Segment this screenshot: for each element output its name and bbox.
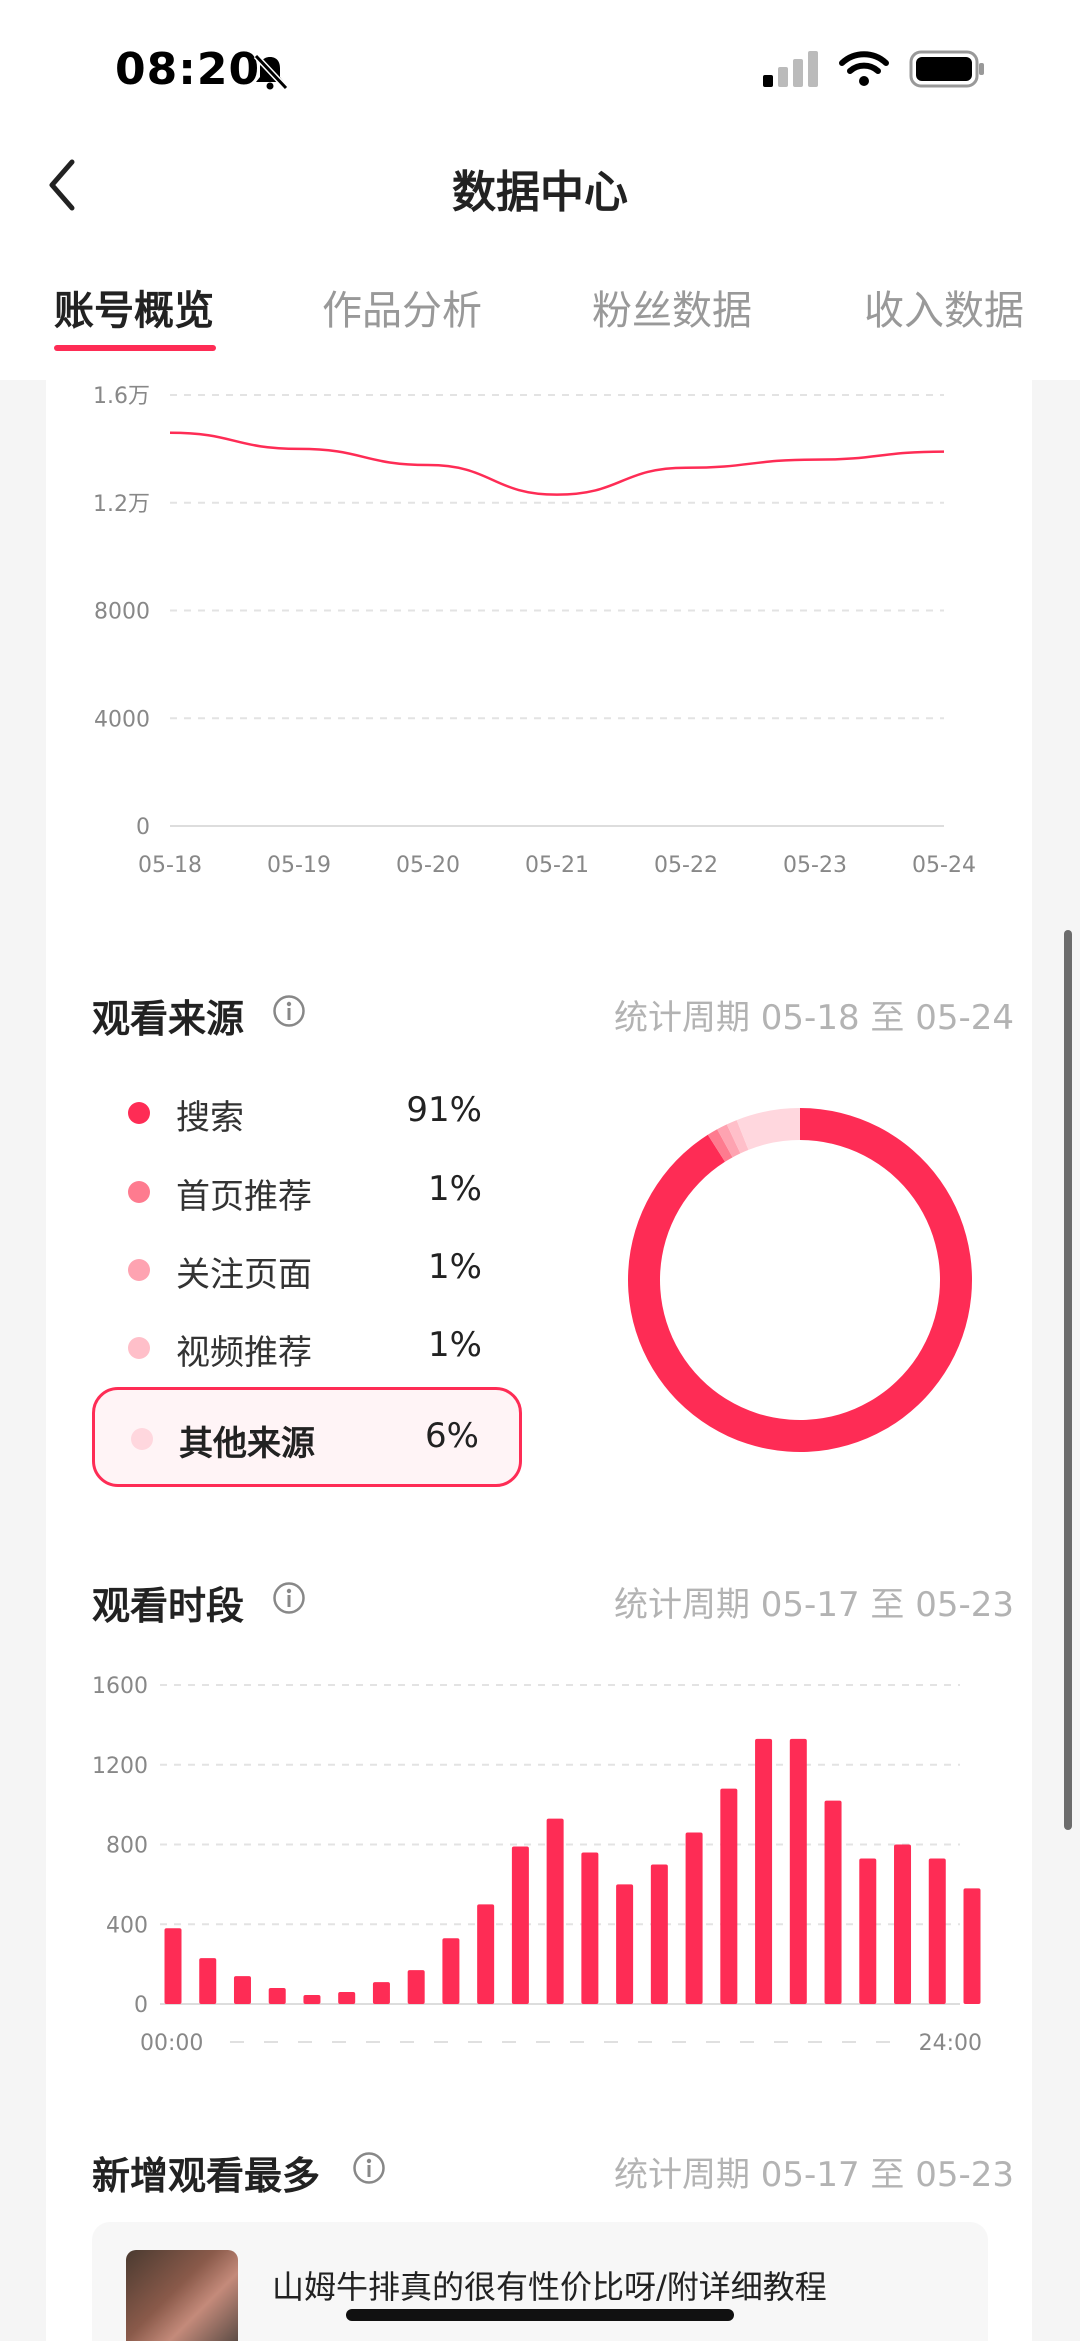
tab-bar: 账号概览 作品分析 粉丝数据 收入数据: [0, 278, 1080, 358]
bar: [303, 1995, 321, 2004]
trend-line-chart: 0 4000 8000 1.2万 1.6万 05-18 05-19 05-20 05-21 05-…: [93, 384, 976, 878]
y-tick-label: 1.6万: [93, 384, 150, 409]
info-icon[interactable]: [272, 994, 306, 1028]
tab-fans-data[interactable]: 粉丝数据: [592, 278, 752, 336]
view-source-period: 统计周期 05-18 至 05-24: [613, 998, 1014, 1038]
y-tick-label: 800: [106, 1834, 148, 1859]
legend-value: 1%: [428, 1247, 482, 1287]
bar: [546, 1818, 564, 2004]
home-indicator[interactable]: [346, 2309, 734, 2321]
legend-label: 其他来源: [179, 1424, 315, 1464]
donut-slice: [628, 1108, 972, 1452]
bar: [789, 1738, 807, 2004]
status-time: 08:20: [115, 44, 261, 95]
bar: [894, 1844, 912, 2004]
legend-label: 视频推荐: [176, 1333, 312, 1373]
bar: [338, 1992, 356, 2004]
legend-value: 1%: [428, 1325, 482, 1365]
view-source-title: 观看来源: [92, 997, 245, 1041]
bar: [477, 1904, 495, 2004]
x-tick-label: 05-24: [912, 853, 976, 878]
y-tick-label: 0: [136, 815, 150, 840]
y-tick-label: 1200: [92, 1754, 148, 1779]
y-tick-label: 1600: [92, 1674, 148, 1699]
info-icon[interactable]: [272, 1581, 306, 1615]
legend-value: 6%: [425, 1416, 479, 1456]
series-line: [169, 431, 945, 496]
bar: [859, 1858, 877, 2004]
status-indicators: [763, 50, 985, 88]
legend-dot: [128, 1102, 150, 1124]
legend-item-video-recommend: 视频推荐 1%: [92, 1313, 522, 1383]
y-tick-label: 4000: [94, 707, 150, 732]
top-new-title: 新增观看最多: [92, 2154, 321, 2198]
info-icon[interactable]: [352, 2151, 386, 2185]
view-time-title: 观看时段: [92, 1584, 245, 1628]
bar: [720, 1788, 738, 2004]
legend-label: 搜索: [176, 1098, 244, 1138]
top-new-period: 统计周期 05-17 至 05-23: [613, 2155, 1014, 2195]
bar: [511, 1846, 529, 2004]
legend-item-follow-page: 关注页面 1%: [92, 1235, 522, 1305]
video-title: 山姆牛排真的很有性价比呀/附详细教程: [272, 2268, 827, 2306]
legend-item-home-recommend: 首页推荐 1%: [92, 1157, 522, 1227]
donut-slice: [736, 1108, 800, 1150]
bar: [372, 1982, 390, 2004]
legend-value: 1%: [428, 1169, 482, 1209]
signal-icon: [763, 51, 818, 87]
tab-account-overview[interactable]: 账号概览: [54, 278, 214, 336]
y-tick-label: 1.2万: [93, 492, 150, 517]
tab-income-data[interactable]: 收入数据: [864, 278, 1024, 336]
mute-bell-icon: [253, 53, 289, 91]
x-start-label: 00:00: [140, 2031, 203, 2056]
scrollbar[interactable]: [1064, 930, 1072, 1830]
tab-works-analysis[interactable]: 作品分析: [322, 278, 482, 336]
x-tick-label: 05-20: [396, 853, 460, 878]
bar: [824, 1800, 842, 2004]
legend-label: 关注页面: [176, 1255, 312, 1295]
legend-label: 首页推荐: [176, 1177, 312, 1217]
bar: [442, 1938, 460, 2004]
legend-dot: [131, 1428, 153, 1450]
x-tick-label: 05-23: [783, 853, 847, 878]
view-source-donut-chart: [628, 1108, 972, 1452]
bar: [928, 1858, 946, 2004]
bar: [233, 1976, 251, 2004]
legend-value: 91%: [406, 1090, 482, 1130]
bar: [164, 1928, 182, 2004]
wifi-icon: [839, 51, 889, 86]
x-tick-label: 05-18: [138, 853, 202, 878]
top-bar: 08:20 数据中心 账号概览 作品分析 粉丝数据 收入数据: [0, 0, 1080, 380]
legend-dot: [128, 1337, 150, 1359]
bar: [581, 1852, 599, 2004]
legend-dot: [128, 1181, 150, 1203]
legend-item-search: 搜索 91%: [92, 1078, 522, 1148]
active-tab-indicator: [54, 345, 216, 351]
bar: [199, 1958, 217, 2004]
x-tick-label: 05-19: [267, 853, 331, 878]
bar: [268, 1988, 286, 2004]
bar: [685, 1832, 703, 2004]
page-title: 数据中心: [452, 167, 628, 218]
video-list-item[interactable]: 山姆牛排真的很有性价比呀/附详细教程: [92, 2222, 988, 2341]
legend-dot: [128, 1259, 150, 1281]
view-time-period: 统计周期 05-17 至 05-23: [613, 1585, 1014, 1625]
bar: [650, 1864, 668, 2004]
bar: [616, 1884, 634, 2004]
view-time-bar-chart: 0 400 800 1200 1600 00:00 24:00: [92, 1674, 982, 2056]
y-tick-label: 8000: [94, 600, 150, 625]
bar: [755, 1738, 773, 2004]
video-thumbnail: [126, 2250, 238, 2341]
bar: [407, 1970, 425, 2004]
x-end-label: 24:00: [919, 2031, 982, 2056]
y-tick-label: 0: [134, 1993, 148, 2018]
battery-icon: [909, 50, 984, 88]
x-tick-label: 05-22: [654, 853, 718, 878]
legend-item-other-sources[interactable]: 其他来源 6%: [92, 1387, 522, 1487]
x-tick-label: 05-21: [525, 853, 589, 878]
bar: [963, 1888, 981, 2004]
y-tick-label: 400: [106, 1913, 148, 1938]
